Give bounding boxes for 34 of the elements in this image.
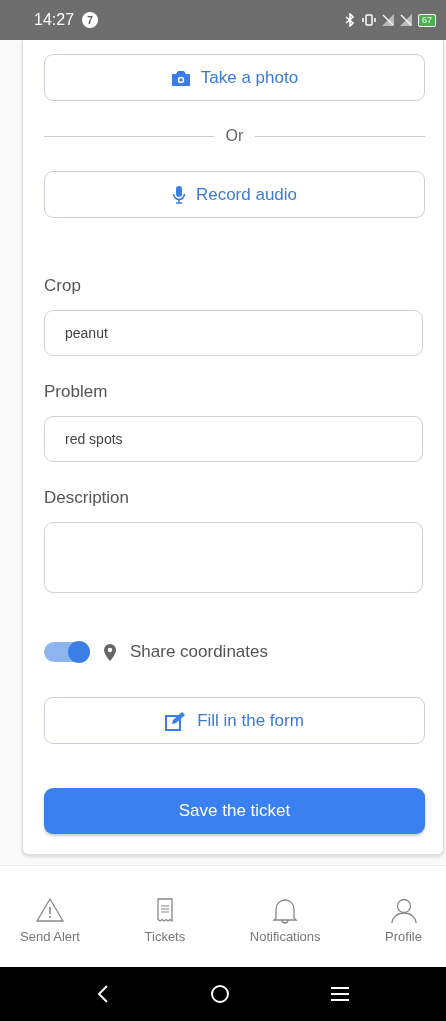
take-photo-button[interactable]: Take a photo [44,54,425,101]
toggle-switch[interactable] [44,642,90,662]
user-icon [389,897,418,925]
battery-indicator: 67 [418,13,436,27]
clock-time: 14:27 [34,11,75,29]
nav-tab[interactable]: Profile [385,897,422,944]
field-label: Description [44,488,131,508]
home-icon [210,984,230,1004]
nav-tab[interactable]: Send Alert [20,897,80,944]
nav-tab[interactable]: Tickets [144,897,186,944]
input-field[interactable]: peanut [44,310,423,356]
camera-icon [170,68,191,87]
nav-tab[interactable]: Notifications [249,897,321,944]
menu-icon [330,985,350,1003]
divider-text: Or [225,127,244,145]
bluetooth-icon [344,13,356,27]
warning-icon [36,897,64,925]
no-signal-icon [400,14,412,26]
microphone-icon [171,185,186,204]
save-button[interactable]: Save the ticket [44,788,425,834]
notification-badge: 7 [82,12,99,28]
edit-icon [165,710,188,731]
back-icon [96,984,110,1004]
no-signal-icon [382,14,394,26]
location-pin-icon [104,643,116,661]
input-field[interactable]: red spots [44,416,423,462]
field-label: Problem [44,382,109,402]
bell-icon [271,897,300,925]
share-label: Share coordinates [130,642,268,662]
description-field[interactable] [44,522,423,593]
field-label: Crop [44,276,82,296]
record-audio-button[interactable]: Record audio [44,171,425,218]
vibrate-icon [362,14,376,26]
fill-form-button[interactable]: Fill in the form [44,697,425,744]
